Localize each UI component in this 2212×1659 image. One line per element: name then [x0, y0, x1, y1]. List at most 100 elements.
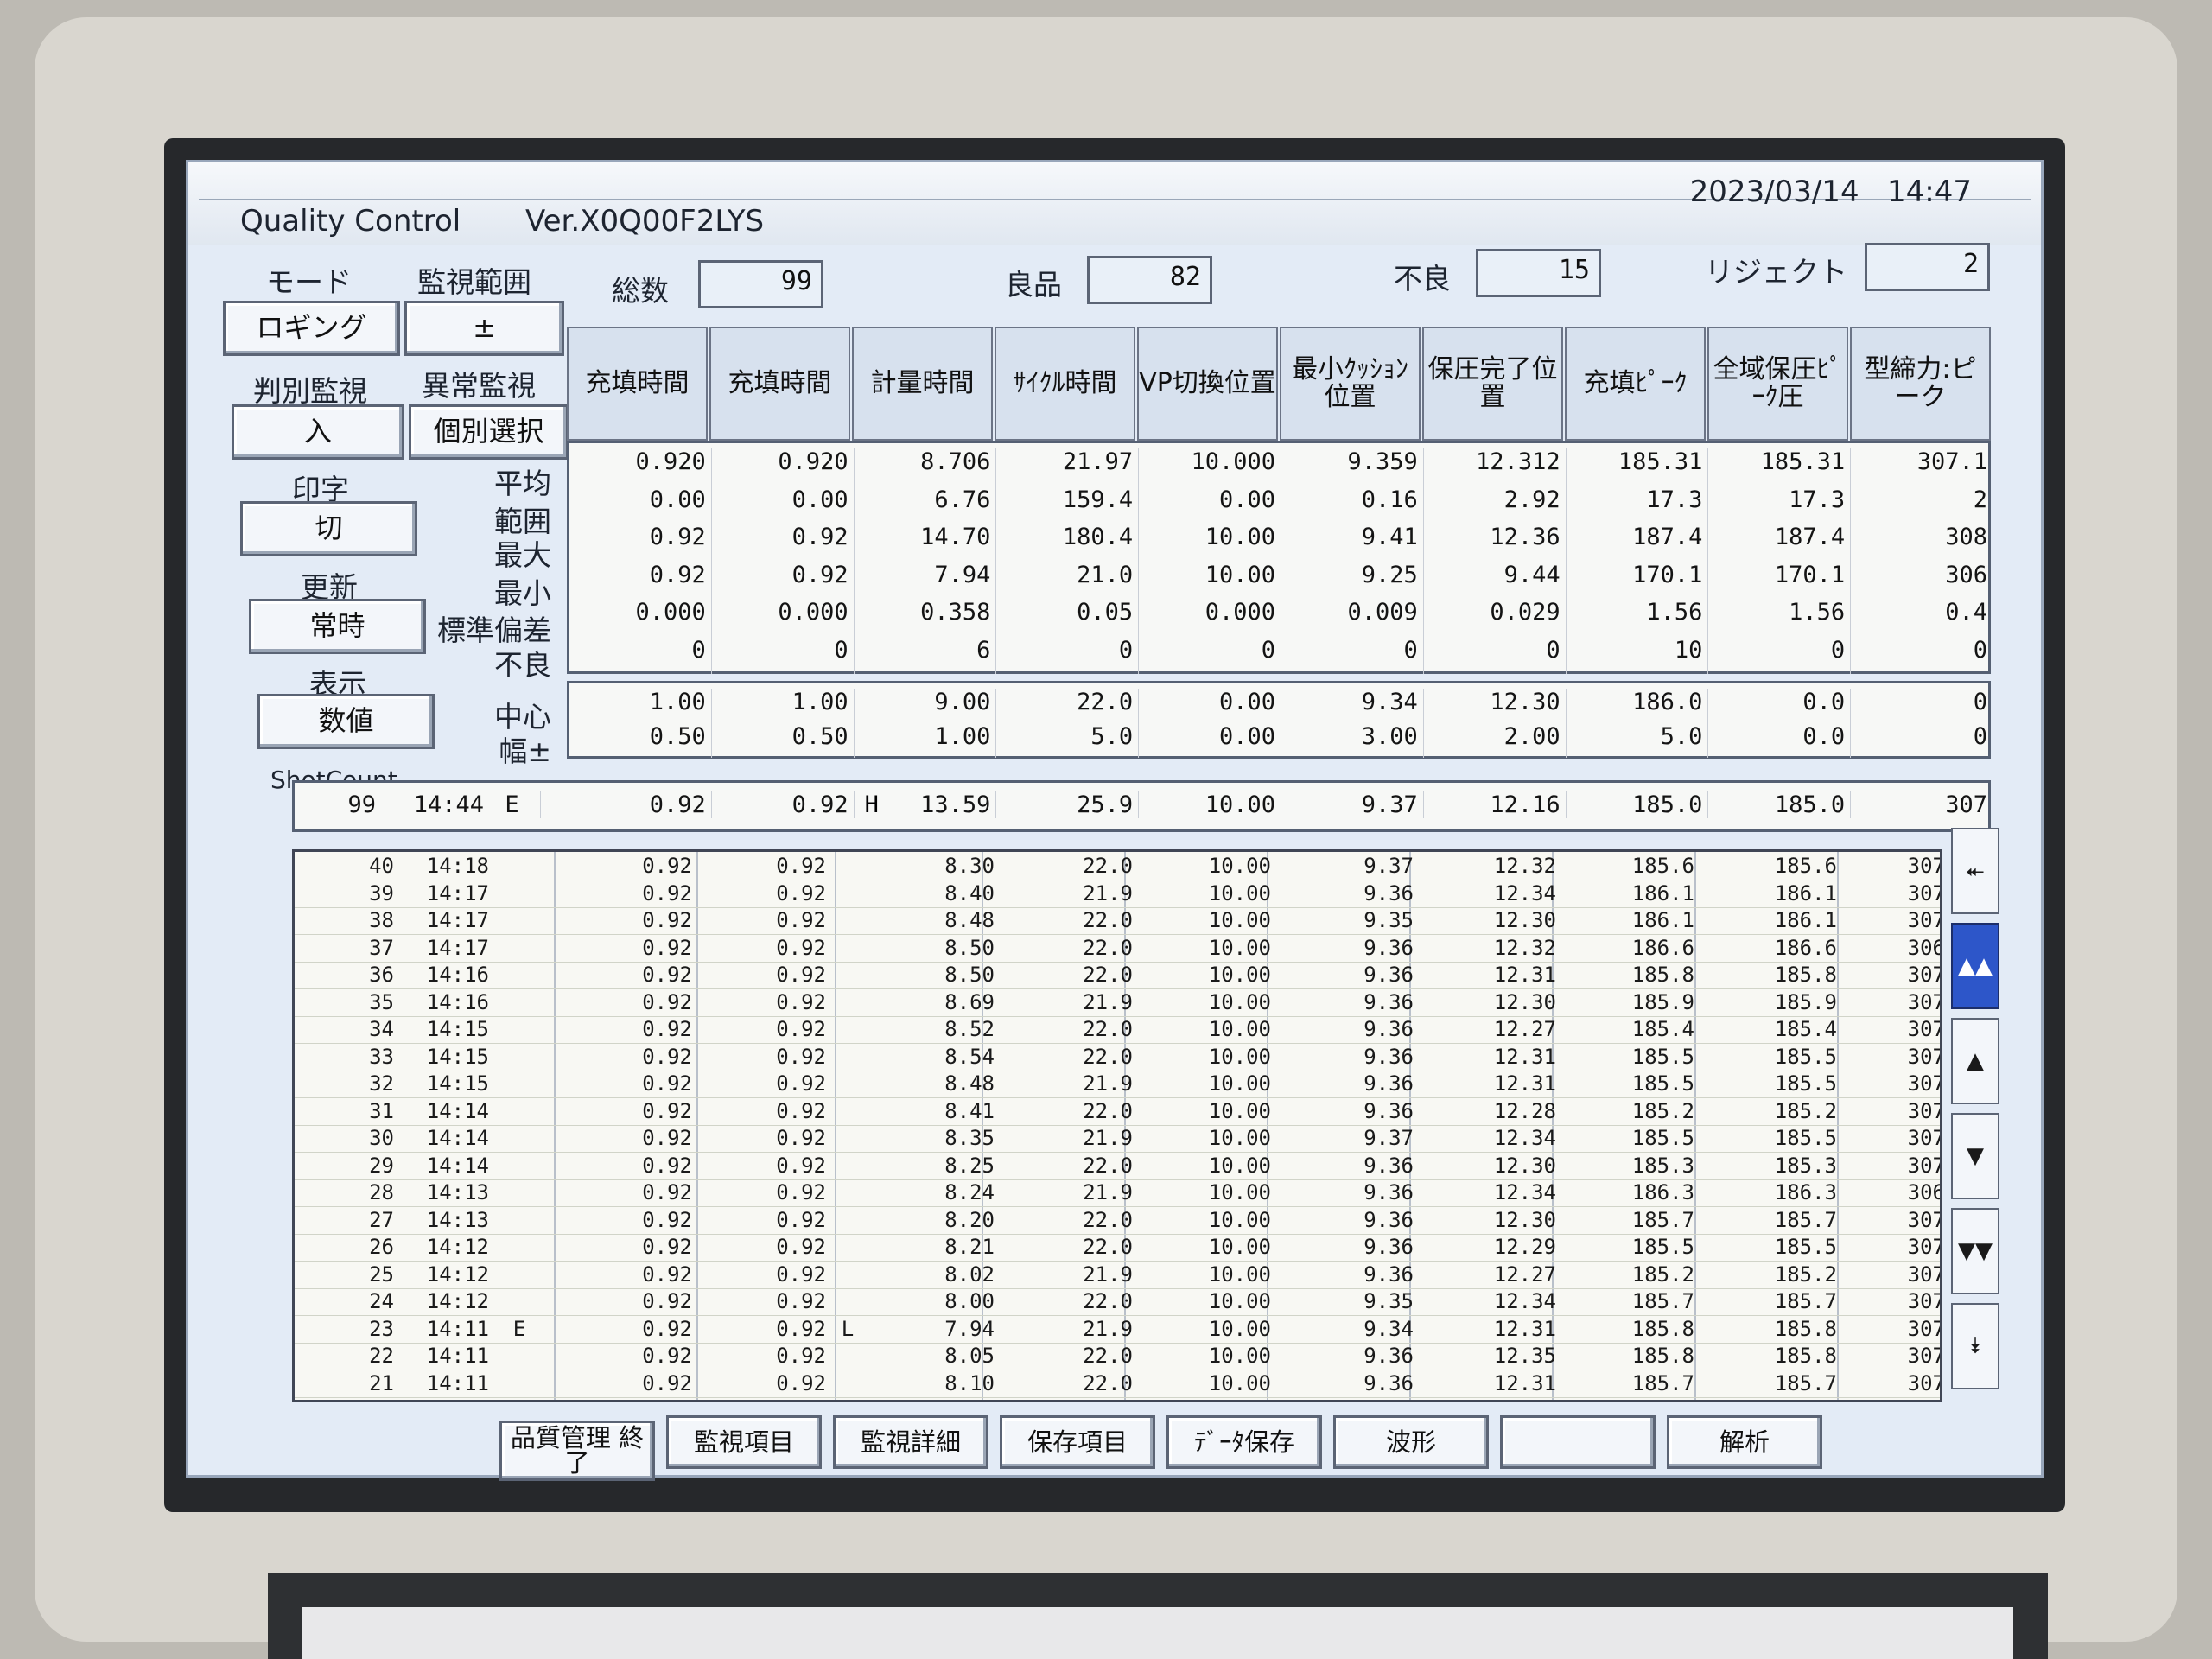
- individual-select-button[interactable]: 個別選択: [409, 404, 569, 460]
- history-row[interactable]: 24 14:12 0.92 0.92 8.00 22.0 10.00 9.35 12.34 185…: [295, 1287, 1940, 1316]
- blank-function-button[interactable]: [1500, 1415, 1656, 1469]
- monitor-items-button[interactable]: 監視項目: [666, 1415, 822, 1469]
- history-row[interactable]: 22 14:11 0.92 0.92 8.05 22.0 10.00 9.36 12.35 185…: [295, 1342, 1940, 1370]
- version-label: Ver.X0Q00F2LYS: [525, 204, 765, 238]
- history-cell: 14:16: [426, 989, 489, 1014]
- stats-cell: 1.56: [1567, 599, 1709, 637]
- waveform-button[interactable]: 波形: [1333, 1415, 1489, 1469]
- history-cell: 9.36: [1363, 1017, 1414, 1041]
- center-cell[interactable]: 0.00: [1139, 689, 1281, 723]
- center-cell[interactable]: 22.0: [996, 689, 1140, 723]
- analysis-button[interactable]: 解析: [1667, 1415, 1822, 1469]
- history-row[interactable]: 25 14:12 0.92 0.92 8.02 21.9 10.00 9.36 12.27 185…: [295, 1261, 1940, 1289]
- history-row[interactable]: 40 14:18 0.92 0.92 8.30 22.0 10.00 9.37 12.32 185…: [295, 852, 1940, 880]
- history-cell: 307: [1907, 880, 1942, 906]
- scroll-button[interactable]: ▼▼: [1951, 1208, 1999, 1294]
- scroll-button[interactable]: ▲: [1951, 1018, 1999, 1104]
- history-row[interactable]: 26 14:12 0.92 0.92 8.21 22.0 10.00 9.36 12.29 185…: [295, 1233, 1940, 1262]
- scroll-button[interactable]: ⯬: [1951, 828, 1999, 914]
- scroll-button[interactable]: ⯯: [1951, 1303, 1999, 1389]
- col-header-hold-peak[interactable]: 全域保圧ﾋﾟｰｸ圧: [1707, 327, 1848, 441]
- col-header-fill-peak[interactable]: 充填ﾋﾟｰｸ: [1565, 327, 1706, 441]
- history-row[interactable]: 29 14:14 0.92 0.92 8.25 22.0 10.00 9.36 12.30 185…: [295, 1152, 1940, 1180]
- plusminus-button[interactable]: ±: [404, 301, 564, 356]
- center-cell[interactable]: 0.50: [712, 723, 855, 758]
- history-row[interactable]: 35 14:16 0.92 0.92 8.69 21.9 10.00 9.36 12.30 185…: [295, 988, 1940, 1017]
- monitor-detail-button[interactable]: 監視詳細: [833, 1415, 988, 1469]
- center-cell[interactable]: 1.00: [712, 689, 855, 723]
- history-row[interactable]: 36 14:16 0.92 0.92 8.50 22.0 10.00 9.36 12.31 185…: [295, 961, 1940, 989]
- history-cell: [830, 1154, 865, 1178]
- center-cell[interactable]: 0: [1851, 723, 1993, 758]
- save-items-button[interactable]: 保存項目: [1000, 1415, 1155, 1469]
- center-cell[interactable]: 12.30: [1424, 689, 1567, 723]
- history-row[interactable]: 32 14:15 0.92 0.92 8.48 21.9 10.00 9.36 12.31 185…: [295, 1070, 1940, 1098]
- history-cell: 12.30: [1493, 908, 1556, 932]
- stats-cell: 0.009: [1281, 599, 1424, 637]
- scroll-button[interactable]: ▼: [1951, 1113, 1999, 1199]
- center-cell[interactable]: 9.00: [855, 689, 997, 723]
- center-cell[interactable]: 5.0: [996, 723, 1140, 758]
- quality-control-exit-button[interactable]: 品質管理 終了: [499, 1421, 655, 1481]
- history-cell: 307: [1907, 1044, 1942, 1069]
- stats-cell: 308: [1851, 524, 1993, 562]
- col-header-fill-time-1[interactable]: 充填時間: [567, 327, 708, 441]
- center-cell[interactable]: 0: [1851, 689, 1993, 723]
- history-cell: 10.00: [1208, 1044, 1271, 1069]
- col-header-vp-position[interactable]: VP切換位置: [1137, 327, 1278, 441]
- center-cell[interactable]: 0.50: [569, 723, 712, 758]
- stats-cell: 6: [855, 636, 997, 674]
- history-row[interactable]: 27 14:13 0.92 0.92 8.20 22.0 10.00 9.36 12.30 185…: [295, 1206, 1940, 1235]
- history-row[interactable]: 39 14:17 0.92 0.92 8.40 21.9 10.00 9.36 12.34 186…: [295, 880, 1940, 908]
- center-cell[interactable]: 1.00: [855, 723, 997, 758]
- stats-cell: 0.000: [712, 599, 855, 637]
- shot-history-list[interactable]: 40 14:18 0.92 0.92 8.30 22.0 10.00 9.37 12.32 185…: [292, 849, 1942, 1402]
- history-row[interactable]: 34 14:15 0.92 0.92 8.52 22.0 10.00 9.36 12.27 185…: [295, 1015, 1940, 1044]
- history-cell: 21.9: [1083, 1126, 1133, 1150]
- history-row[interactable]: 33 14:15 0.92 0.92 8.54 22.0 10.00 9.36 12.31 185…: [295, 1043, 1940, 1071]
- history-cell: 0.92: [776, 1126, 826, 1150]
- center-cell[interactable]: 2.00: [1424, 723, 1567, 758]
- date-label: 2023/03/14: [1689, 175, 1859, 209]
- col-header-hold-end[interactable]: 保圧完了位置: [1422, 327, 1563, 441]
- history-row[interactable]: 28 14:13 0.92 0.92 8.24 21.9 10.00 9.36 12.34 186…: [295, 1179, 1940, 1207]
- stats-cell: 0: [712, 636, 855, 674]
- display-numeric-button[interactable]: 数値: [257, 694, 435, 749]
- judge-on-button[interactable]: 入: [232, 404, 404, 460]
- center-cell[interactable]: 186.0: [1567, 689, 1709, 723]
- history-cell: 10.00: [1208, 1153, 1271, 1178]
- history-row[interactable]: 23 14:11 E 0.92 0.92 L 7.94 21.9 10.00 9.34 12.31 1…: [295, 1315, 1940, 1344]
- history-cell: 10.00: [1208, 1126, 1271, 1150]
- history-cell: 9.37: [1363, 854, 1414, 878]
- center-cell[interactable]: 5.0: [1567, 723, 1709, 758]
- history-cell: 0.92: [776, 1071, 826, 1096]
- history-row[interactable]: 37 14:17 0.92 0.92 8.50 22.0 10.00 9.36 12.32 186…: [295, 934, 1940, 963]
- print-off-button[interactable]: 切: [240, 501, 417, 556]
- col-header-cycle-time[interactable]: ｻｲｸﾙ時間: [995, 327, 1135, 441]
- history-cell: 185.7: [1774, 1289, 1837, 1313]
- center-cell[interactable]: 9.34: [1281, 689, 1424, 723]
- center-cell[interactable]: 1.00: [569, 689, 712, 723]
- center-cell[interactable]: 0.0: [1708, 689, 1852, 723]
- history-row[interactable]: 21 14:11 0.92 0.92 8.10 22.0 10.00 9.36 12.31 185…: [295, 1370, 1940, 1398]
- center-cell[interactable]: 0.0: [1708, 723, 1852, 758]
- center-width-table[interactable]: 1.00 1.00 9.00 22.0 0.00 9.34 12.30 186.0 0.0 0 0.…: [567, 681, 1993, 759]
- center-cell[interactable]: 0.00: [1139, 723, 1281, 758]
- col-header-fill-time-2[interactable]: 充填時間: [709, 327, 850, 441]
- history-cell: [489, 1045, 550, 1069]
- history-cell: 8.25: [944, 1153, 995, 1178]
- history-cell: 0.92: [776, 1207, 826, 1232]
- history-cell: [830, 1017, 865, 1041]
- col-header-min-cushion[interactable]: 最小ｸｯｼｮﾝ位置: [1280, 327, 1421, 441]
- col-header-clamp-peak[interactable]: 型締力:ピーク: [1850, 327, 1991, 441]
- stats-cell: 0.920: [712, 448, 855, 486]
- history-row[interactable]: 38 14:17 0.92 0.92 8.48 22.0 10.00 9.35 12.30 186…: [295, 906, 1940, 935]
- scroll-button[interactable]: ▲▲: [1951, 923, 1999, 1009]
- history-cell: 12.31: [1493, 963, 1556, 987]
- logging-button[interactable]: ロギング: [223, 301, 400, 356]
- col-header-metering-time[interactable]: 計量時間: [852, 327, 993, 441]
- data-save-button[interactable]: ﾃﾞｰﾀ保存: [1166, 1415, 1322, 1469]
- history-row[interactable]: 30 14:14 0.92 0.92 8.35 21.9 10.00 9.37 12.34 185…: [295, 1124, 1940, 1153]
- history-row[interactable]: 31 14:14 0.92 0.92 8.41 22.0 10.00 9.36 12.28 185…: [295, 1097, 1940, 1126]
- center-cell[interactable]: 3.00: [1281, 723, 1424, 758]
